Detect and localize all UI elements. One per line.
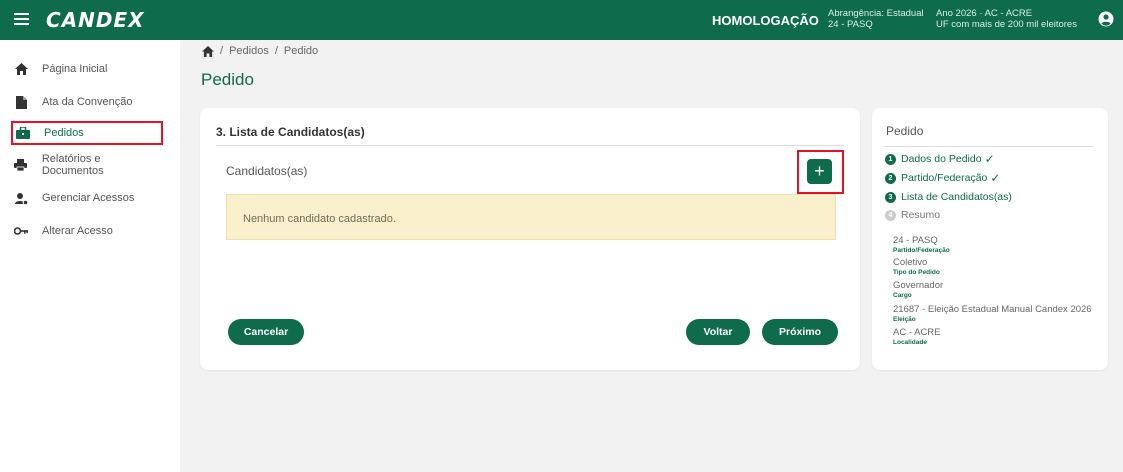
user-account-icon[interactable]: [1098, 11, 1114, 27]
info-key: Cargo: [893, 292, 912, 299]
info-order-type: Coletivo Tipo do Pedido: [893, 258, 940, 277]
cancel-button[interactable]: Cancelar: [228, 319, 304, 345]
step-label: Resumo: [901, 209, 941, 221]
sidebar-item-manage-access[interactable]: Gerenciar Acessos: [14, 187, 164, 209]
sidebar-item-label: Ata da Convenção: [42, 96, 133, 108]
briefcase-icon: [16, 126, 30, 140]
home-icon: [14, 62, 28, 76]
info-value: 21687 - Eleição Estadual Manual Candex 2…: [893, 304, 1092, 315]
step-number: 1: [885, 153, 896, 165]
info-key: Localidade: [893, 339, 927, 346]
year-line-1: Ano 2026 · AC - ACRE: [936, 8, 1033, 19]
print-icon: [14, 158, 28, 172]
back-button[interactable]: Voltar: [686, 319, 750, 345]
sidebar-item-label: Relatórios e Documentos: [41, 153, 104, 177]
sidebar-item-label: Gerenciar Acessos: [42, 192, 135, 204]
breadcrumb-separator: /: [220, 45, 224, 57]
sidebar-item-home[interactable]: Página Inicial: [14, 58, 164, 80]
check-icon: ✓: [984, 152, 995, 166]
brand-logo[interactable]: CANDEX: [46, 8, 145, 32]
year-info: Ano 2026 · AC - ACRE UF com mais de 200 …: [936, 8, 1077, 30]
breadcrumb-orders[interactable]: Pedidos: [229, 45, 269, 57]
candidates-subtitle: Candidatos(as): [226, 164, 308, 178]
sidebar-item-reports[interactable]: Relatórios e Documentos: [14, 153, 164, 177]
info-party: 24 - PASQ Partido/Federação: [893, 236, 950, 255]
step-number: 4: [885, 209, 896, 221]
info-value: 24 - PASQ: [893, 235, 938, 246]
check-icon: ✓: [990, 171, 1001, 185]
users-gear-icon: [14, 191, 28, 205]
sidebar: Página Inicial Ata da Convenção Pedidos …: [0, 40, 180, 472]
home-icon[interactable]: [202, 45, 214, 57]
document-icon: [14, 95, 28, 109]
step-candidate-list[interactable]: 3 Lista de Candidatos(as): [885, 191, 1012, 203]
add-candidate-button[interactable]: +: [807, 159, 832, 184]
breadcrumb-order: Pedido: [283, 45, 319, 57]
step-party[interactable]: 2 Partido/Federação ✓: [885, 171, 1000, 185]
step-number: 2: [885, 172, 896, 184]
key-icon: [14, 224, 28, 238]
sidebar-item-label: Página Inicial: [42, 63, 108, 75]
info-key: Tipo do Pedido: [893, 269, 940, 276]
scope-line-1: Abrangência: Estadual: [828, 8, 924, 19]
empty-list-alert: Nenhum candidato cadastrado.: [226, 194, 836, 240]
step-summary[interactable]: 4 Resumo: [885, 209, 940, 221]
year-line-2: UF com mais de 200 mil eleitores: [936, 19, 1077, 30]
order-summary-panel: Pedido 1 Dados do Pedido ✓ 2 Partido/Fed…: [872, 108, 1108, 370]
info-election: 21687 - Eleição Estadual Manual Candex 2…: [893, 305, 1092, 324]
menu-icon[interactable]: [14, 13, 29, 26]
divider: [216, 145, 844, 146]
next-button[interactable]: Próximo: [762, 319, 838, 345]
top-bar: CANDEX HOMOLOGAÇÃO Abrangência: Estadual…: [0, 0, 1123, 40]
info-office: Governador Cargo: [893, 281, 943, 300]
sidebar-item-label: Alterar Acesso: [42, 225, 113, 237]
sidebar-item-change-access[interactable]: Alterar Acesso: [14, 220, 164, 242]
step-number: 3: [885, 191, 896, 203]
scope-info: Abrangência: Estadual 24 - PASQ: [828, 8, 924, 30]
info-value: Governador: [893, 280, 944, 291]
candidates-card: 3. Lista de Candidatos(as) Candidatos(as…: [200, 108, 860, 370]
step-label: Partido/Federação: [901, 172, 988, 184]
sidebar-item-convention-minutes[interactable]: Ata da Convenção: [14, 91, 164, 113]
divider: [884, 146, 1094, 147]
sidebar-item-orders[interactable]: Pedidos: [11, 121, 163, 145]
step-order-data[interactable]: 1 Dados do Pedido ✓: [885, 152, 995, 166]
sidebar-item-label: Pedidos: [44, 127, 84, 139]
scope-line-2: 24 - PASQ: [828, 19, 873, 30]
info-value: Coletivo: [893, 257, 928, 268]
empty-list-message: Nenhum candidato cadastrado.: [243, 213, 396, 225]
step-label: Dados do Pedido: [901, 153, 982, 165]
info-key: Eleição: [893, 316, 916, 323]
environment-label: HOMOLOGAÇÃO: [712, 13, 819, 28]
info-value: AC - ACRE: [893, 327, 941, 338]
step-label: Lista de Candidatos(as): [901, 191, 1012, 203]
breadcrumb-separator: /: [274, 45, 278, 57]
info-key: Partido/Federação: [893, 247, 950, 254]
breadcrumb: / Pedidos / Pedido: [202, 45, 318, 57]
section-title: 3. Lista de Candidatos(as): [216, 125, 365, 139]
panel-title: Pedido: [886, 124, 924, 138]
info-locality: AC - ACRE Localidade: [893, 328, 941, 347]
page-title: Pedido: [201, 70, 254, 89]
